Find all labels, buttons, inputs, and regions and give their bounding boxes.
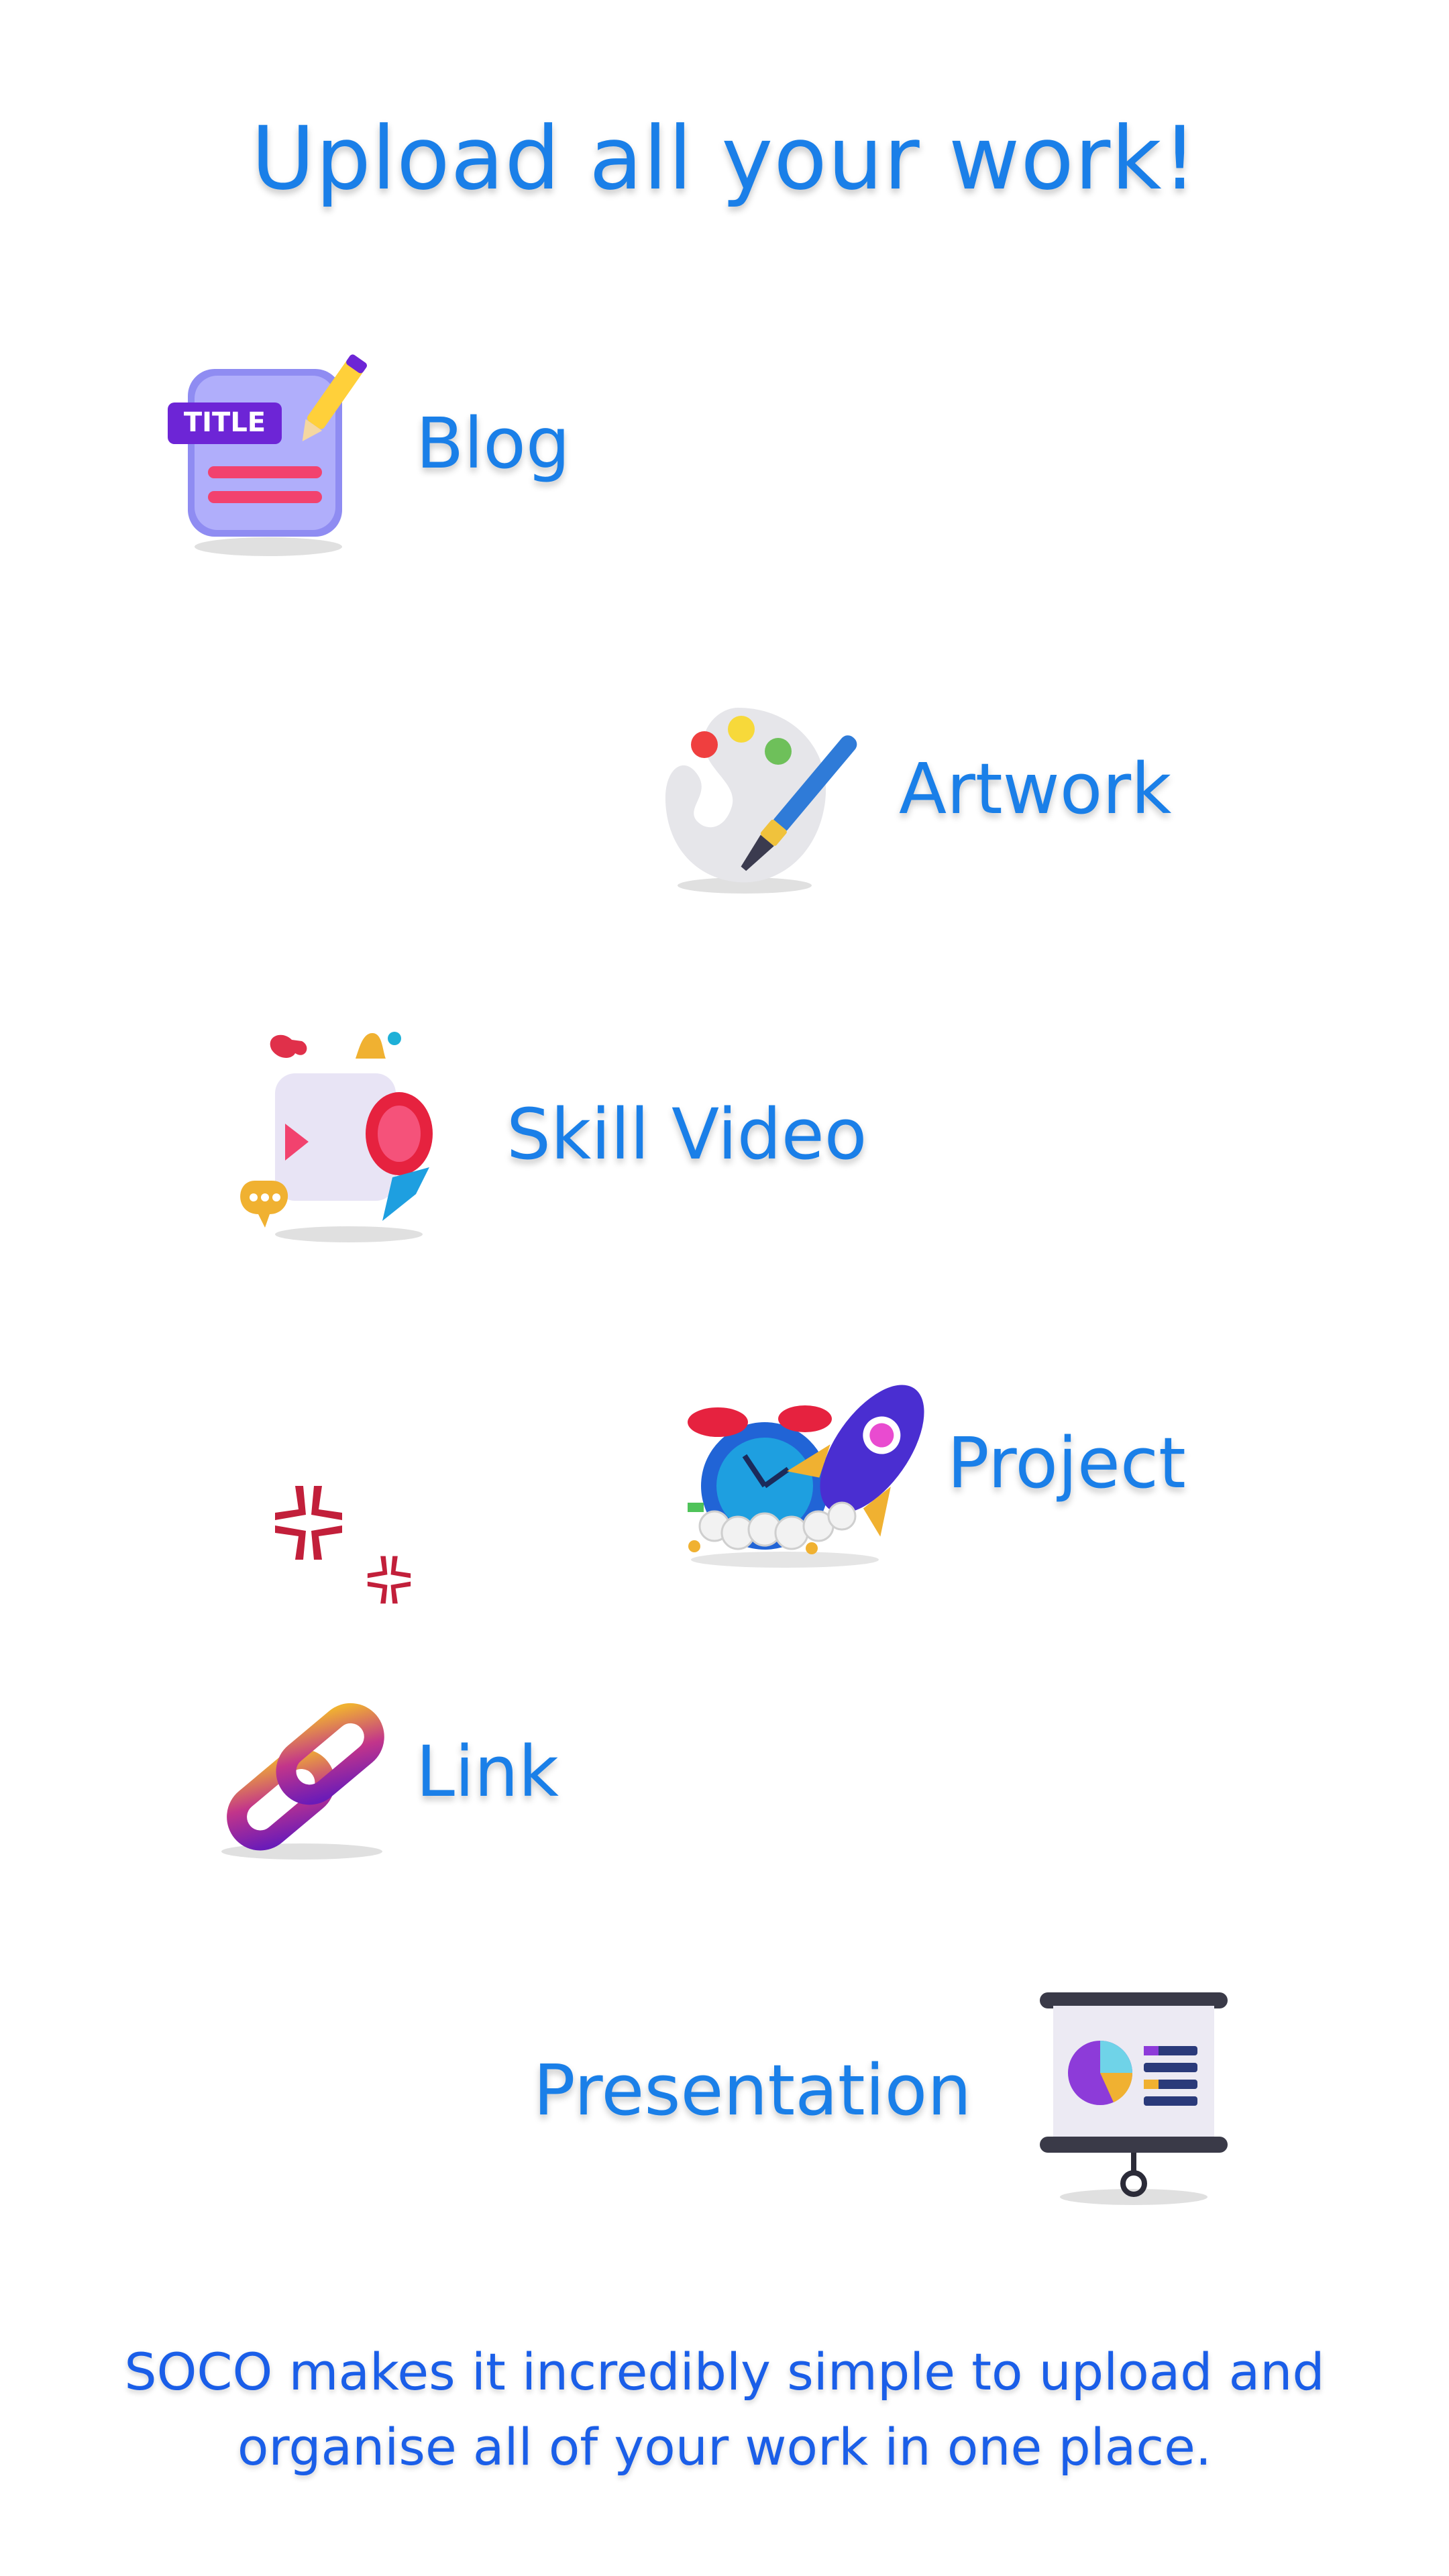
chain-link-icon[interactable]: [201, 1690, 402, 1865]
item-label-skill-video: Skill Video: [506, 1093, 867, 1175]
paint-palette-icon[interactable]: [657, 694, 859, 896]
item-label-artwork: Artwork: [899, 748, 1172, 830]
item-label-link: Link: [416, 1731, 559, 1813]
item-label-blog: Blog: [416, 402, 570, 484]
rocket-clock-icon[interactable]: [671, 1368, 939, 1570]
blog-icon-text: TITLE: [184, 407, 266, 438]
item-label-project: Project: [947, 1422, 1186, 1504]
anger-mark-small-icon: [359, 1550, 419, 1610]
item-label-presentation: Presentation: [533, 2049, 972, 2131]
blog-title-document-icon[interactable]: TITLE: [161, 349, 376, 564]
presentation-board-icon[interactable]: [1026, 1986, 1241, 2207]
anger-mark-icon: [262, 1476, 356, 1570]
video-camera-icon[interactable]: [228, 1020, 456, 1248]
page-title: Upload all your work!: [251, 107, 1198, 209]
footer-description: SOCO makes it incredibly simple to uploa…: [124, 2342, 1325, 2477]
